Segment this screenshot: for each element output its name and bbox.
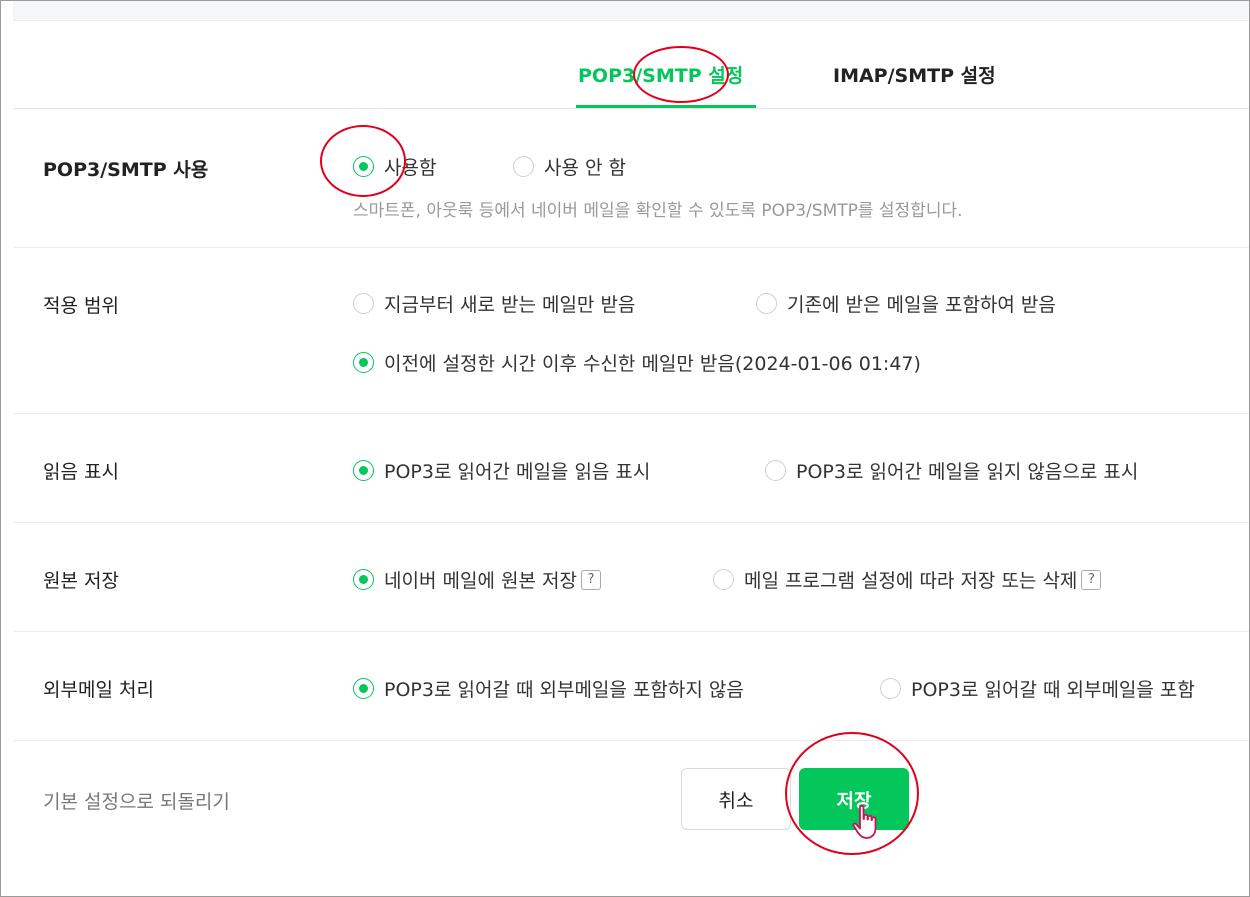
radio-selected-icon[interactable] xyxy=(353,352,374,373)
radio-selected-icon[interactable] xyxy=(353,156,374,177)
option-use[interactable]: 사용함 xyxy=(353,153,436,180)
settings-panel: POP3/SMTP 설정 IMAP/SMTP 설정 POP3/SMTP 사용 사… xyxy=(0,0,1250,897)
option-include-external[interactable]: POP3로 읽어갈 때 외부메일을 포함 xyxy=(880,675,1195,702)
radio-unselected-icon[interactable] xyxy=(713,569,734,590)
row-label-pop3-use: POP3/SMTP 사용 xyxy=(43,159,209,181)
radio-unselected-icon[interactable] xyxy=(513,156,534,177)
active-tab-indicator xyxy=(576,105,756,108)
option-label: 네이버 메일에 원본 저장 xyxy=(384,570,577,592)
option-label: 메일 프로그램 설정에 따라 저장 또는 삭제 xyxy=(744,570,1078,592)
tab-imap-smtp[interactable]: IMAP/SMTP 설정 xyxy=(833,61,996,88)
reset-default-link[interactable]: 기본 설정으로 되돌리기 xyxy=(43,787,230,814)
option-exclude-external[interactable]: POP3로 읽어갈 때 외부메일을 포함하지 않음 xyxy=(353,675,744,702)
option-mark-read[interactable]: POP3로 읽어간 메일을 읽음 표시 xyxy=(353,457,650,484)
radio-unselected-icon[interactable] xyxy=(353,293,374,314)
option-since-set-time[interactable]: 이전에 설정한 시간 이후 수신한 메일만 받음(2024-01-06 01:4… xyxy=(353,349,921,376)
option-mark-unread[interactable]: POP3로 읽어간 메일을 읽지 않음으로 표시 xyxy=(765,457,1138,484)
option-include-existing[interactable]: 기존에 받은 메일을 포함하여 받음 xyxy=(756,290,1056,317)
top-bar xyxy=(13,1,1249,21)
option-label: POP3로 읽어갈 때 외부메일을 포함하지 않음 xyxy=(384,679,744,701)
row-label-scope: 적용 범위 xyxy=(43,295,119,317)
radio-unselected-icon[interactable] xyxy=(880,678,901,699)
option-label: 지금부터 새로 받는 메일만 받음 xyxy=(384,294,636,316)
option-label: POP3로 읽어간 메일을 읽지 않음으로 표시 xyxy=(796,461,1139,483)
row-external-mail: 외부메일 처리 POP3로 읽어갈 때 외부메일을 포함하지 않음 POP3로 … xyxy=(13,632,1249,741)
row-label-external-mail: 외부메일 처리 xyxy=(43,679,154,701)
option-label: 이전에 설정한 시간 이후 수신한 메일만 받음(2024-01-06 01:4… xyxy=(384,353,921,375)
option-label: 사용함 xyxy=(384,157,437,179)
option-label: 기존에 받은 메일을 포함하여 받음 xyxy=(787,294,1056,316)
row-scope: 적용 범위 지금부터 새로 받는 메일만 받음 기존에 받은 메일을 포함하여 … xyxy=(13,248,1249,414)
tab-bar: POP3/SMTP 설정 IMAP/SMTP 설정 xyxy=(13,21,1249,109)
pop3-description: 스마트폰, 아웃룩 등에서 네이버 메일을 확인할 수 있도록 POP3/SMT… xyxy=(353,201,963,221)
help-icon[interactable]: ? xyxy=(580,569,601,590)
row-original-save: 원본 저장 네이버 메일에 원본 저장 ? 메일 프로그램 설정에 따라 저장 … xyxy=(13,523,1249,632)
tab-pop3-smtp[interactable]: POP3/SMTP 설정 xyxy=(578,61,743,88)
option-label: 사용 안 함 xyxy=(544,157,626,179)
radio-selected-icon[interactable] xyxy=(353,678,374,699)
radio-selected-icon[interactable] xyxy=(353,460,374,481)
row-label-read-mark: 읽음 표시 xyxy=(43,461,119,483)
row-pop3-use: POP3/SMTP 사용 사용함 사용 안 함 스마트폰, 아웃룩 등에서 네이… xyxy=(13,109,1249,248)
row-label-original-save: 원본 저장 xyxy=(43,570,119,592)
radio-selected-icon[interactable] xyxy=(353,569,374,590)
radio-unselected-icon[interactable] xyxy=(765,460,786,481)
row-read-mark: 읽음 표시 POP3로 읽어간 메일을 읽음 표시 POP3로 읽어간 메일을 … xyxy=(13,414,1249,523)
option-program-setting[interactable]: 메일 프로그램 설정에 따라 저장 또는 삭제 ? xyxy=(713,566,1102,593)
save-button[interactable]: 저장 xyxy=(799,768,909,830)
option-not-use[interactable]: 사용 안 함 xyxy=(513,153,626,180)
radio-unselected-icon[interactable] xyxy=(756,293,777,314)
option-label: POP3로 읽어갈 때 외부메일을 포함 xyxy=(911,679,1195,701)
cancel-button[interactable]: 취소 xyxy=(681,768,791,830)
help-icon[interactable]: ? xyxy=(1081,569,1102,590)
option-save-original[interactable]: 네이버 메일에 원본 저장 ? xyxy=(353,566,601,593)
option-label: POP3로 읽어간 메일을 읽음 표시 xyxy=(384,461,651,483)
option-new-mail-only[interactable]: 지금부터 새로 받는 메일만 받음 xyxy=(353,290,635,317)
